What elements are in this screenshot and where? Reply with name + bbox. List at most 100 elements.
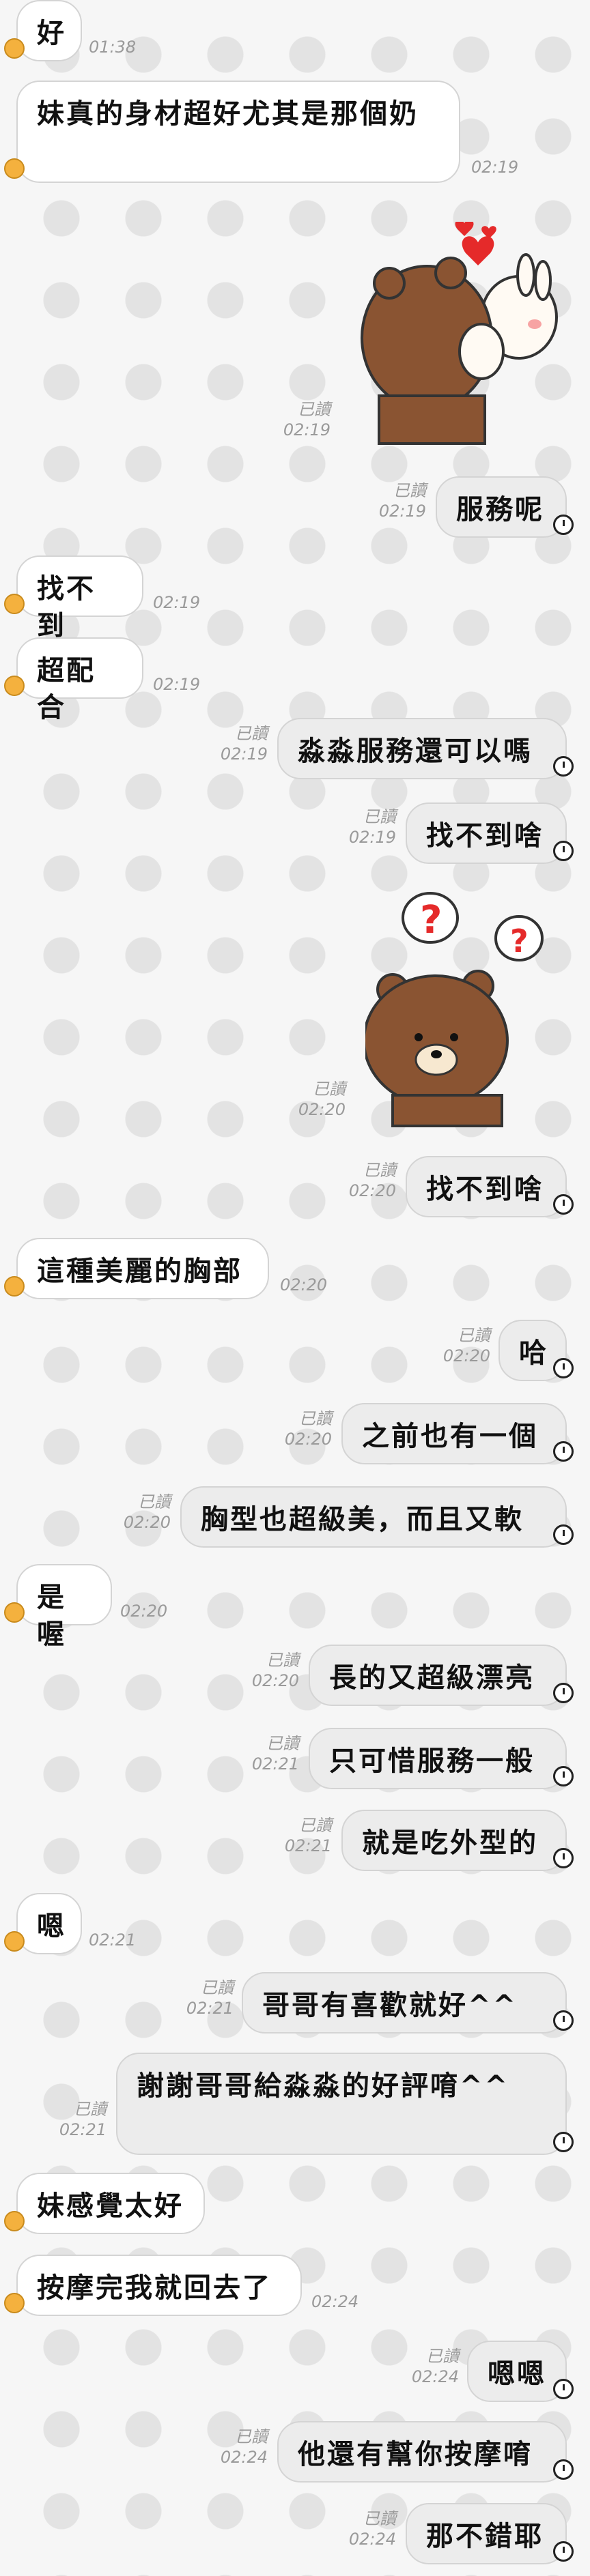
sender-avatar-icon[interactable] (4, 2211, 25, 2231)
message-time: 02:19 (378, 502, 426, 521)
message-bubble[interactable]: 妹真的身材超好尤其是那個奶 (16, 81, 460, 183)
message-time: 02:20 (120, 1602, 168, 1621)
message-meta: 已讀 02:24 (349, 2508, 396, 2549)
message-time: 02:21 (284, 1836, 332, 1855)
message-bubble[interactable]: 妹感覺太好 (16, 2173, 205, 2234)
sender-avatar-icon[interactable] (4, 38, 25, 59)
message-meta: 02:20 (120, 1601, 167, 1621)
pending-clock-icon (553, 2379, 574, 2399)
message-time: 02:19 (153, 675, 201, 694)
message-bubble[interactable]: 服務呢 (436, 476, 567, 538)
svg-text:?: ? (420, 898, 442, 942)
pending-clock-icon (553, 1441, 574, 1462)
pending-clock-icon (553, 1766, 574, 1786)
sender-avatar-icon[interactable] (4, 1931, 25, 1952)
pending-clock-icon (553, 1194, 574, 1215)
pending-clock-icon (553, 1683, 574, 1703)
message-bubble[interactable]: 他還有幫你按摩唷 (277, 2421, 567, 2483)
message-meta: 已讀 02:19 (221, 723, 268, 764)
sender-avatar-icon[interactable] (4, 676, 25, 696)
message-meta: 已讀 02:21 (285, 1815, 332, 1856)
message-time: 02:20 (284, 1430, 332, 1449)
message-bubble[interactable]: 只可惜服務一般 (309, 1728, 567, 1789)
message-bubble[interactable]: 之前也有一個 (341, 1403, 567, 1464)
message-time: 02:21 (59, 2120, 107, 2139)
message-meta: 已讀 02:20 (443, 1325, 490, 1366)
message-meta: 已讀 02:19 (349, 807, 396, 848)
message-bubble[interactable]: 是喔 (16, 1564, 112, 1650)
message-time: 02:24 (411, 2367, 459, 2386)
read-receipt: 已讀 (235, 724, 268, 743)
read-receipt: 已讀 (266, 1734, 299, 1753)
bear-question-sticker[interactable]: ? ? (365, 891, 557, 1129)
message-bubble[interactable]: 謝謝哥哥給淼淼的好評唷^^ (116, 2053, 567, 2155)
message-meta: 02:20 (280, 1275, 327, 1295)
message-bubble[interactable]: 找不到啥 (406, 1156, 567, 1217)
message-bubble[interactable]: 嗯嗯 (467, 2341, 567, 2402)
message-bubble[interactable]: 嗯 (16, 1893, 82, 1954)
read-receipt: 已讀 (299, 1409, 332, 1428)
message-meta: 02:19 (153, 674, 200, 695)
message-bubble[interactable]: 找不到 (16, 555, 143, 641)
message-bubble[interactable]: 按摩完我就回去了 (16, 2255, 302, 2316)
pending-clock-icon (553, 515, 574, 535)
message-meta: 已讀 02:21 (186, 1978, 234, 2018)
pending-clock-icon (553, 2541, 574, 2562)
message-time: 02:21 (186, 1999, 234, 2018)
message-meta: 已讀 02:20 (124, 1492, 171, 1533)
message-time: 02:20 (280, 1275, 328, 1294)
message-time: 02:24 (220, 2448, 268, 2467)
message-time: 01:38 (89, 38, 137, 57)
read-receipt: 已讀 (266, 1651, 299, 1670)
pending-clock-icon (553, 756, 574, 777)
message-bubble[interactable]: 淼淼服務還可以嗎 (277, 718, 567, 779)
pending-clock-icon (553, 1524, 574, 1545)
message-meta: 已讀 02:21 (252, 1733, 299, 1774)
message-bubble[interactable]: 好 (16, 0, 82, 61)
message-time: 02:20 (298, 1100, 346, 1119)
message-meta: 已讀 02:21 (59, 2099, 107, 2140)
message-time: 02:20 (123, 1513, 171, 1532)
message-bubble[interactable]: 哥哥有喜歡就好^^ (242, 1972, 567, 2034)
message-meta: 已讀 02:19 (379, 480, 426, 521)
read-receipt: 已讀 (138, 1492, 171, 1511)
message-meta: 02:24 (311, 2291, 359, 2312)
message-bubble[interactable]: 胸型也超級美，而且又軟 (180, 1486, 567, 1548)
message-meta: 已讀 02:24 (412, 2346, 459, 2387)
read-receipt: 已讀 (298, 400, 331, 419)
message-time: 02:19 (471, 158, 519, 177)
read-receipt: 已讀 (393, 481, 426, 500)
message-bubble[interactable]: 找不到啥 (406, 802, 567, 864)
message-bubble[interactable]: 這種美麗的胸部 (16, 1238, 269, 1299)
message-time: 02:19 (153, 593, 201, 612)
message-bubble[interactable]: 超配合 (16, 637, 143, 723)
bear-hug-sticker[interactable] (355, 222, 560, 447)
message-bubble[interactable]: 長的又超級漂亮 (309, 1645, 567, 1706)
message-time: 02:24 (348, 2530, 396, 2549)
message-time: 02:21 (89, 1930, 137, 1950)
message-time: 02:21 (251, 1754, 299, 1774)
read-receipt: 已讀 (313, 1080, 346, 1099)
message-time: 02:19 (348, 828, 396, 847)
message-meta: 已讀 02:19 (283, 399, 331, 440)
pending-clock-icon (553, 2459, 574, 2480)
chat-area[interactable]: 好 01:38 妹真的身材超好尤其是那個奶 02:19 已讀 02:19 服務呢… (0, 0, 590, 2576)
read-receipt: 已讀 (299, 1816, 332, 1835)
message-meta: 02:21 (89, 1930, 136, 1950)
sender-avatar-icon[interactable] (4, 1602, 25, 1623)
message-bubble[interactable]: 那不錯耶 (406, 2503, 567, 2564)
sender-avatar-icon[interactable] (4, 1276, 25, 1297)
message-meta: 已讀 02:20 (349, 1160, 396, 1201)
pending-clock-icon (553, 841, 574, 861)
pending-clock-icon (553, 2010, 574, 2031)
read-receipt: 已讀 (74, 2100, 107, 2119)
message-meta: 02:19 (153, 592, 200, 613)
message-bubble[interactable]: 就是吃外型的 (341, 1810, 567, 1871)
sender-avatar-icon[interactable] (4, 2293, 25, 2313)
read-receipt: 已讀 (363, 2509, 396, 2528)
message-time: 02:24 (311, 2292, 359, 2311)
message-time: 02:19 (220, 744, 268, 764)
pending-clock-icon (553, 1848, 574, 1868)
sender-avatar-icon[interactable] (4, 594, 25, 614)
sender-avatar-icon[interactable] (4, 158, 25, 179)
